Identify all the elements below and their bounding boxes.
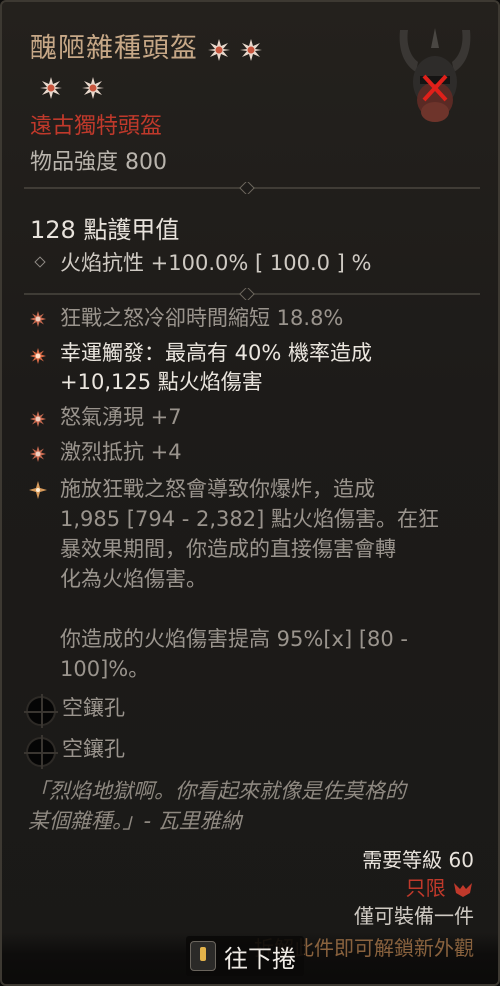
item-type: 遠古獨特頭盔 [30,114,163,139]
unique-power-icon [29,481,47,499]
item-name: 醜陋雜種頭盔 [30,30,390,106]
affix-line: 幸運觸發：最高有 40% 機率造成 [60,341,373,365]
unique-power-line: 1,985 [794 - 2,382] 點火焰傷害。在狂 [60,507,439,531]
flavor-line: 某個雜種。」- 瓦里雅納 [28,809,242,833]
item-tooltip: 醜陋雜種頭盔 遠古獨特頭盔 物品強度 800 128 點護甲值 火焰抗性 +10… [0,0,500,986]
unique-power-line [60,594,480,624]
affix-line: +10,125 點火焰傷害 [60,370,263,394]
divider [24,182,480,194]
diamond-bullet-icon [34,256,46,268]
armor-value: 128 點護甲值 [30,216,180,244]
socket-label: 空鑲孔 [62,737,125,761]
affix-line: 激烈抵抗 +4 [60,440,182,464]
required-level: 需要等級 60 [362,848,474,872]
unique-power-line: 施放狂戰之怒會導致你爆炸，造成 [60,477,375,501]
star-icon [240,30,262,68]
affix-bullet-icon [30,348,46,364]
unique-power-line: 100]%。 [60,657,150,681]
empty-socket-icon [24,735,58,769]
unique-power-line: 暴效果期間，你造成的直接傷害會轉 [60,537,396,561]
unique-power-line: 化為火焰傷害。 [60,567,207,591]
socket-label: 空鑲孔 [62,696,125,720]
flavor-text: 「烈焰地獄啊。你看起來就像是佐莫格的 某個雜種。」- 瓦里雅納 [28,776,478,836]
implicit-affix: 火焰抗性 +100.0% [ 100.0 ] % [30,247,372,277]
empty-socket-icon [24,694,58,728]
item-power: 物品強度 800 [30,150,167,175]
star-icon [82,68,104,106]
affix-bullet-icon [30,446,46,462]
scroll-down-label: 往下捲 [224,944,296,973]
scroll-key-icon [190,941,216,971]
affix-bullet-icon [30,411,46,427]
divider [24,288,480,300]
class-restriction-text: 只限 [405,876,446,900]
scroll-down-button[interactable]: 往下捲 [186,936,304,976]
star-icon [208,30,230,68]
flavor-line: 「烈焰地獄啊。你看起來就像是佐莫格的 [28,779,406,803]
item-name-text: 醜陋雜種頭盔 [30,33,198,64]
implicit-text: 火焰抗性 +100.0% [ 100.0 ] % [60,251,372,275]
star-icon [40,68,62,106]
barbarian-icon [454,882,472,897]
class-restriction: 只限 [406,872,474,901]
affix-bullet-icon [30,311,46,327]
affix-line: 狂戰之怒冷卻時間縮短 18.8% [60,306,344,330]
helm-icon [394,20,476,130]
unique-power-line: 你造成的火焰傷害提高 95%[x] [80 - [60,627,409,651]
unique-equip: 僅可裝備一件 [354,904,474,928]
unique-power-text: 施放狂戰之怒會導致你爆炸，造成 1,985 [794 - 2,382] 點火焰傷… [60,474,480,684]
affix-line: 怒氣湧現 +7 [60,405,182,429]
